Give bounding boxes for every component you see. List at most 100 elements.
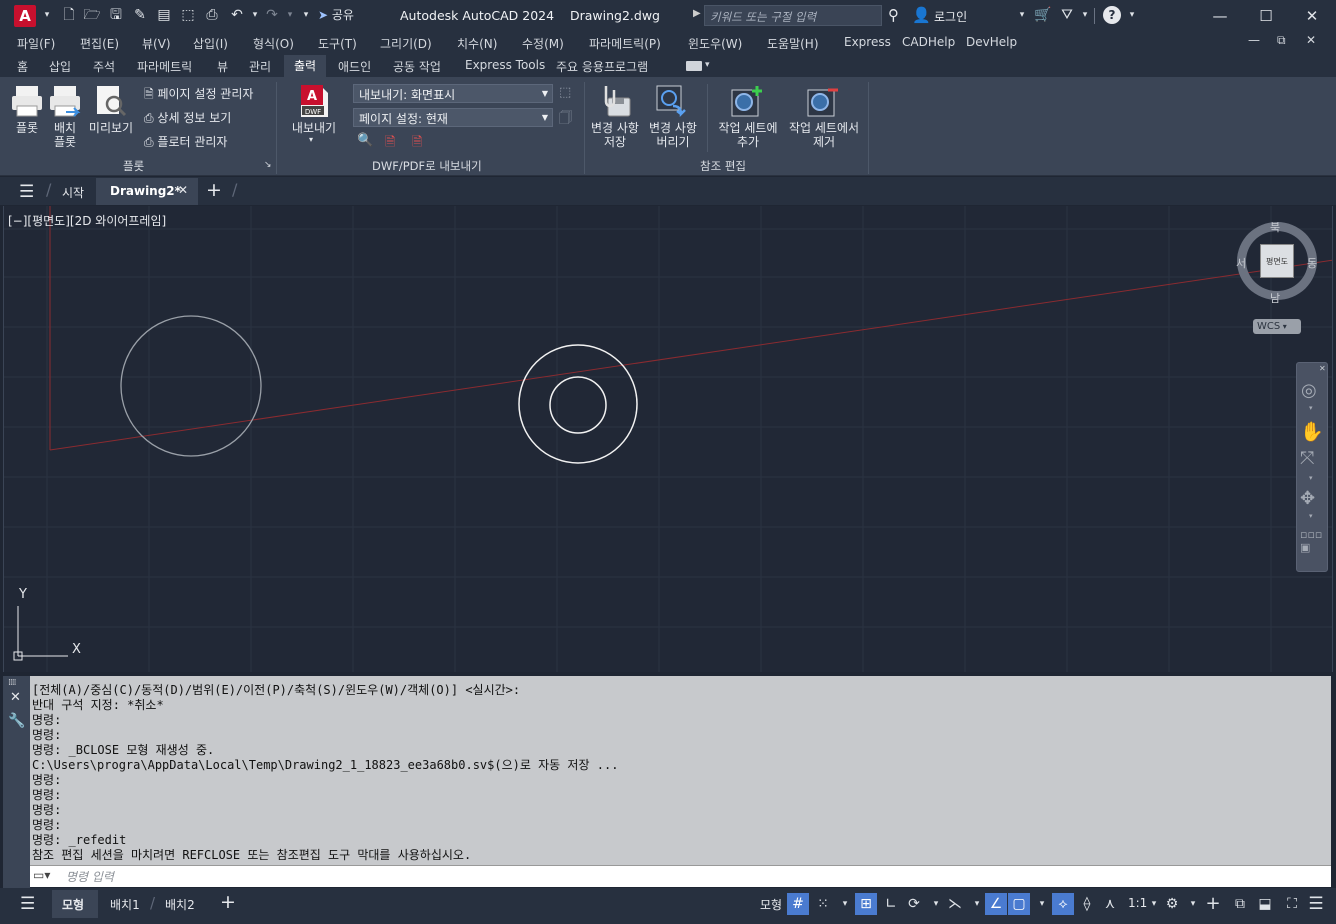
redo-icon[interactable]: ↷ — [263, 6, 281, 24]
tab-home[interactable]: 홈 — [17, 58, 28, 75]
account-dropdown-icon[interactable]: ▾ — [1076, 6, 1094, 24]
add-layout-icon[interactable]: + — [220, 891, 236, 913]
tab-annotate[interactable]: 주석 — [93, 58, 115, 75]
menu-edit[interactable]: 편집(E) — [80, 35, 119, 52]
save-changes-icon[interactable] — [598, 84, 632, 118]
export-preview-icon[interactable]: 🔍 — [357, 133, 373, 148]
snap-icon[interactable]: ⁙ — [812, 893, 834, 915]
undo-dropdown-icon[interactable]: ▾ — [246, 6, 264, 24]
tab-express-tools[interactable]: Express Tools — [465, 58, 545, 72]
drawing-canvas[interactable] — [4, 206, 1333, 672]
viewcube-south[interactable]: 남 — [1270, 290, 1280, 306]
batch-plot-icon[interactable] — [48, 84, 82, 118]
annotation-scale-icon[interactable]: ⋏ — [1099, 893, 1121, 915]
dwf-export-icon[interactable]: A DWF — [298, 84, 330, 118]
login-button[interactable]: 로그인 — [934, 8, 967, 25]
menu-cadhelp[interactable]: CADHelp — [902, 35, 955, 49]
hardware-acceleration-icon[interactable]: ⬓ — [1254, 893, 1276, 915]
tab-start[interactable]: 시작 — [62, 184, 84, 201]
wcs-menu[interactable]: WCS ▾ — [1253, 319, 1301, 334]
ribbon-minimize-dropdown-icon[interactable]: ▾ — [705, 60, 710, 70]
object-snap-tracking-icon[interactable]: ∠ — [985, 893, 1007, 915]
web-mobile-icon[interactable]: ⬚ — [179, 6, 197, 24]
object-snap-dropdown-icon[interactable]: ▾ — [1031, 893, 1053, 915]
add-to-working-set-button[interactable]: 작업 세트에 추가 — [714, 121, 782, 149]
tab-featured-apps[interactable]: 주요 응용프로그램 — [556, 58, 648, 75]
search-expand-icon[interactable]: ▶ — [693, 8, 701, 19]
save-as-icon[interactable]: ✎ — [131, 6, 149, 24]
model-space-button[interactable]: 모형 — [760, 896, 782, 913]
search-icon[interactable]: ⚲ — [888, 6, 899, 24]
export-type-dropdown[interactable]: 내보내기: 화면표시 ▼ — [353, 84, 553, 103]
object-snap-icon[interactable]: ▢ — [1008, 893, 1030, 915]
remove-from-working-set-icon[interactable] — [806, 84, 840, 118]
auto-scale-icon[interactable]: ⟠ — [1076, 893, 1098, 915]
orbit-dropdown-icon[interactable]: ▾ — [1309, 512, 1313, 520]
navbar-close-icon[interactable]: ✕ — [1319, 364, 1326, 373]
command-line-handle[interactable] — [3, 676, 30, 888]
search-input[interactable]: 키워드 또는 구절 입력 — [704, 5, 882, 26]
cart-icon[interactable]: 🛒 — [1034, 6, 1052, 24]
viewcube-west[interactable]: 서 — [1236, 255, 1246, 271]
polar-tracking-icon[interactable]: ⟳ — [903, 893, 925, 915]
tab-manage[interactable]: 관리 — [249, 58, 271, 75]
menu-tools[interactable]: 도구(T) — [318, 35, 357, 52]
close-icon[interactable]: ✕ — [1292, 4, 1332, 28]
preview-icon[interactable] — [94, 84, 128, 118]
page-setup-dropdown[interactable]: 페이지 설정: 현재 ▼ — [353, 108, 553, 127]
menu-insert[interactable]: 삽입(I) — [193, 35, 228, 52]
workspace-gear-icon[interactable]: ⚙ — [1161, 893, 1183, 915]
export-dropdown-icon[interactable]: ▾ — [309, 133, 313, 147]
login-dropdown-icon[interactable]: ▾ — [1013, 6, 1031, 24]
minimize-icon[interactable]: — — [1200, 4, 1240, 28]
tab-layout1[interactable]: 배치1 — [110, 896, 140, 913]
menu-view[interactable]: 뷰(V) — [142, 35, 171, 52]
customize-qat-icon[interactable]: ▾ — [297, 6, 315, 24]
clean-screen-icon[interactable]: ⛶ — [1281, 893, 1303, 915]
snap-dropdown-icon[interactable]: ▾ — [834, 893, 856, 915]
menu-modify[interactable]: 수정(M) — [522, 35, 564, 52]
share-button[interactable]: ➤ 공유 — [318, 6, 354, 23]
command-close-icon[interactable]: ✕ — [10, 690, 21, 705]
menu-file[interactable]: 파일(F) — [17, 35, 55, 52]
export-options-icon[interactable]: 🗎 — [385, 133, 395, 155]
close-tab-icon[interactable]: ✕ — [178, 183, 188, 197]
plot-panel-launcher-icon[interactable]: ↘ — [264, 160, 272, 170]
maximize-icon[interactable]: ☐ — [1246, 4, 1286, 28]
viewcube-face-top[interactable]: 평면도 — [1260, 244, 1294, 278]
zoom-extents-icon[interactable]: ⤧ — [1300, 448, 1314, 469]
window-select-icon[interactable]: ⬚ — [559, 85, 571, 100]
help-icon[interactable]: ? — [1103, 6, 1121, 24]
ortho-icon[interactable]: ∟ — [880, 893, 902, 915]
steering-wheel-dropdown-icon[interactable]: ▾ — [1309, 404, 1313, 412]
remove-from-working-set-button[interactable]: 작업 세트에서 제거 — [784, 121, 864, 149]
open-folder-icon[interactable]: 🗁 — [83, 6, 101, 24]
workspace-dropdown-icon[interactable]: ▾ — [1182, 893, 1204, 915]
application-menu-button[interactable]: A — [14, 5, 36, 27]
menu-format[interactable]: 형식(O) — [253, 35, 294, 52]
plot-icon[interactable] — [10, 84, 44, 118]
annotation-monitor-icon[interactable]: + — [1202, 893, 1224, 915]
isodraft-icon[interactable]: ⋋ — [944, 893, 966, 915]
discard-changes-button[interactable]: 변경 사항 버리기 — [645, 121, 701, 149]
save-changes-button[interactable]: 변경 사항 저장 — [588, 121, 642, 149]
tab-layout2[interactable]: 배치2 — [165, 896, 195, 913]
layout-menu-icon[interactable]: ☰ — [20, 894, 35, 914]
customization-menu-icon[interactable]: ☰ — [1305, 893, 1327, 915]
autodesk-account-icon[interactable]: ⛛ — [1058, 6, 1076, 24]
tab-parametric[interactable]: 파라메트릭 — [137, 58, 192, 75]
tab-collaborate[interactable]: 공동 작업 — [393, 58, 441, 75]
steering-wheel-icon[interactable]: ◎ — [1301, 380, 1317, 401]
pdf-options-icon[interactable]: 🗎 — [412, 133, 422, 155]
viewcube-east[interactable]: 동 — [1307, 255, 1317, 271]
add-to-working-set-icon[interactable] — [730, 84, 764, 118]
command-customize-wrench-icon[interactable]: 🔧 — [8, 713, 25, 729]
doc-close-icon[interactable]: ✕ — [1306, 33, 1316, 47]
file-tab-menu-icon[interactable]: ☰ — [19, 182, 34, 202]
annotation-visibility-icon[interactable]: ⟡ — [1052, 893, 1074, 915]
page-setup-import-icon[interactable]: 🗍 — [559, 109, 572, 131]
undo-icon[interactable]: ↶ — [228, 6, 246, 24]
tab-model[interactable]: 모형 — [62, 896, 84, 913]
app-menu-arrow-icon[interactable]: ▾ — [38, 6, 56, 24]
new-file-icon[interactable]: 🗋 — [60, 6, 78, 24]
